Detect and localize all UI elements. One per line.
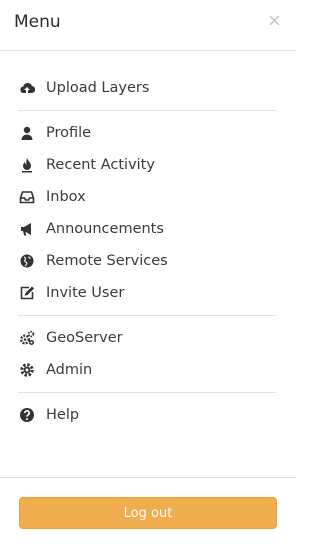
menu-item-label: Announcements (46, 221, 164, 237)
menu-item-label: Inbox (46, 189, 86, 205)
menu-item-invite-user[interactable]: Invite User (18, 281, 124, 305)
menu-item-geoserver[interactable]: GeoServer (18, 326, 123, 350)
edit-icon (18, 284, 36, 302)
cloud-upload-icon (18, 79, 36, 97)
menu-item-recent-activity[interactable]: Recent Activity (18, 153, 155, 177)
question-circle-icon (18, 406, 36, 424)
menu-header: Menu × (0, 0, 296, 51)
bullhorn-icon (18, 220, 36, 238)
menu-item-help[interactable]: Help (18, 403, 79, 427)
globe-icon (18, 252, 36, 270)
inbox-icon (18, 188, 36, 206)
menu-item-remote-services[interactable]: Remote Services (18, 249, 168, 273)
footer-divider (0, 477, 296, 478)
menu-item-profile[interactable]: Profile (18, 121, 91, 145)
fire-icon (18, 156, 36, 174)
menu-divider (18, 392, 276, 393)
menu-item-upload-layers[interactable]: Upload Layers (18, 76, 149, 100)
menu-item-label: Help (46, 407, 80, 423)
menu-item-label: Admin (46, 362, 93, 378)
logout-button[interactable]: Log out (19, 497, 277, 529)
menu-item-admin[interactable]: Admin (18, 358, 92, 382)
user-icon (18, 124, 36, 142)
menu-title: Menu (14, 12, 61, 32)
cog-icon (18, 361, 36, 379)
menu-item-label: Recent Activity (46, 157, 155, 173)
menu-item-label: GeoServer (46, 330, 123, 346)
menu-divider (18, 315, 276, 316)
menu-divider (18, 110, 276, 111)
menu-item-inbox[interactable]: Inbox (18, 185, 86, 209)
menu-item-announcements[interactable]: Announcements (18, 217, 164, 241)
menu-item-label: Profile (46, 125, 92, 141)
menu-item-label: Remote Services (46, 253, 168, 269)
menu-item-label: Invite User (46, 285, 125, 301)
menu-item-label: Upload Layers (46, 80, 150, 96)
close-icon[interactable]: × (267, 10, 282, 31)
cogs-icon (18, 329, 36, 347)
